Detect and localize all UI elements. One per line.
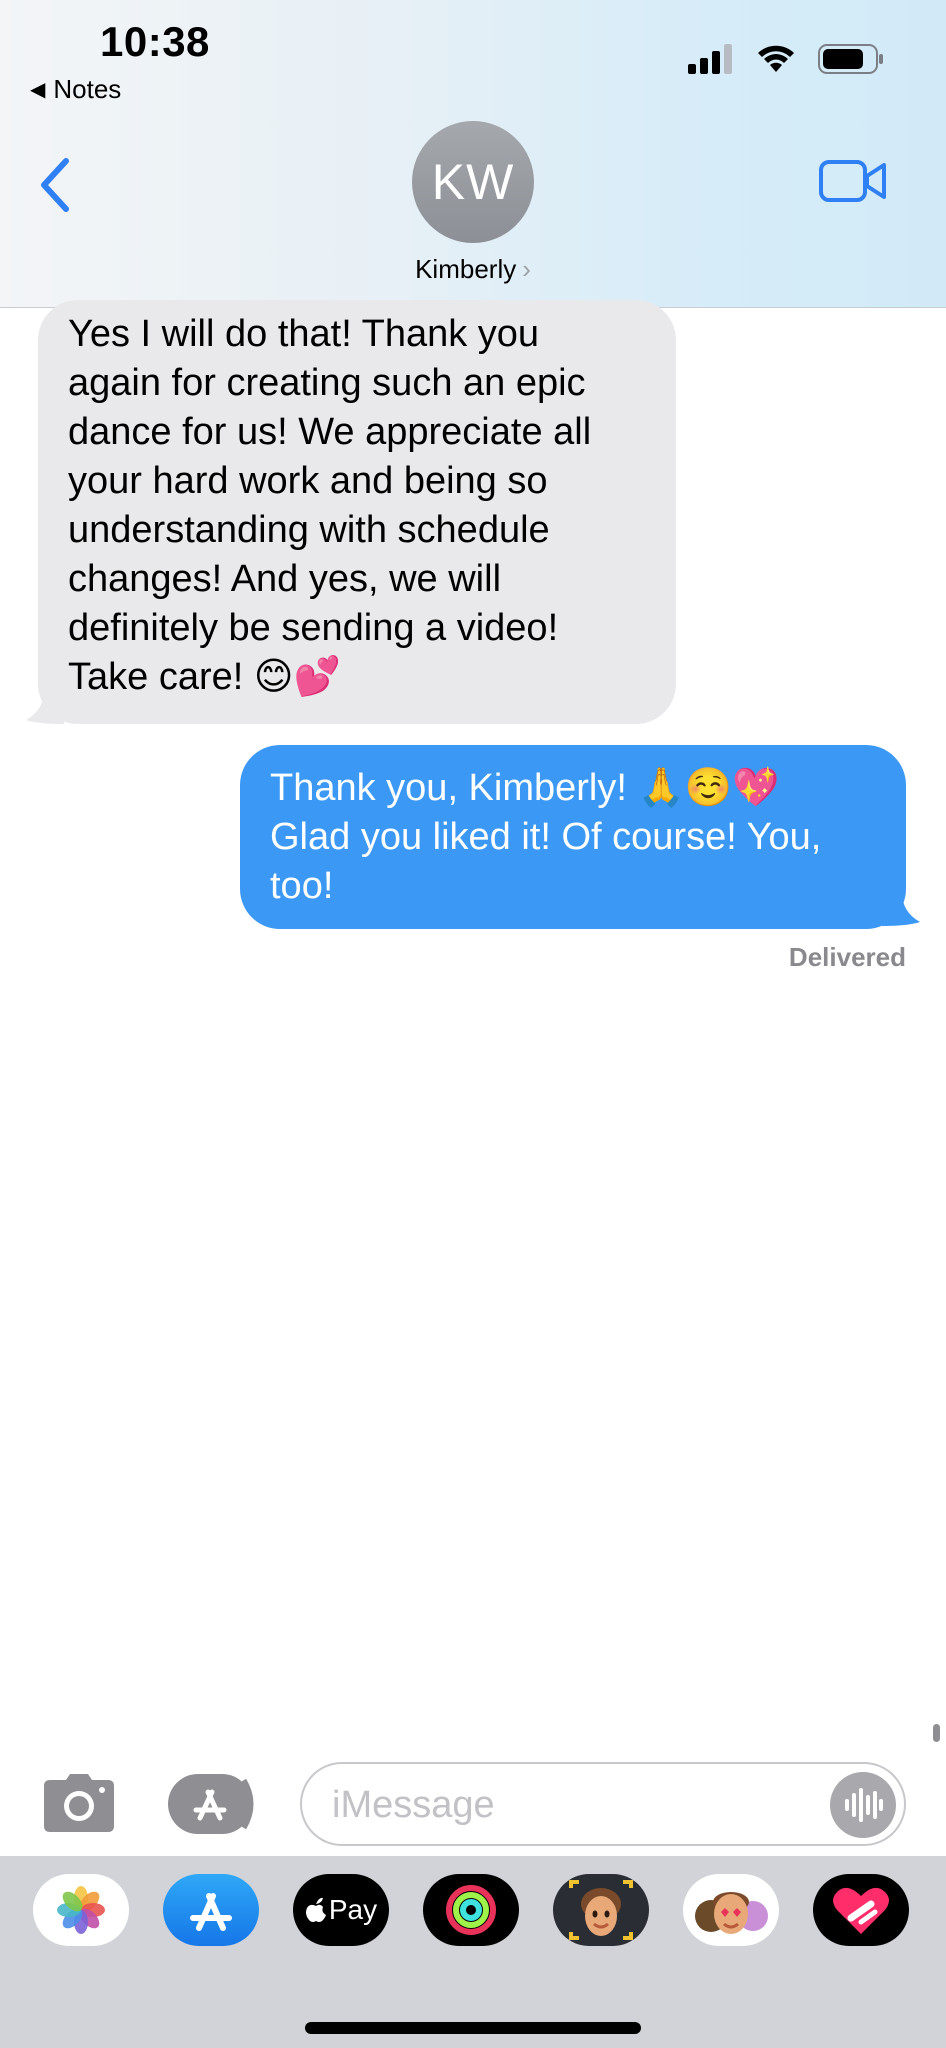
avatar-initials: KW: [431, 154, 515, 210]
incoming-message-bubble[interactable]: Yes I will do that! Thank you again for …: [38, 300, 676, 724]
message-line: understanding with schedule: [68, 509, 550, 551]
contact-avatar[interactable]: KW: [412, 121, 534, 243]
memoji-app-button[interactable]: [553, 1874, 649, 1946]
status-time: 10:38: [100, 18, 210, 65]
memoji-app-icon: [569, 1880, 633, 1940]
chevron-left-icon: [41, 158, 69, 212]
imessage-input[interactable]: iMessage: [300, 1762, 906, 1846]
back-triangle-icon: ◀: [30, 79, 46, 101]
audio-message-button[interactable]: [830, 1772, 896, 1838]
activity-app-icon: [446, 1885, 496, 1935]
memoji-stickers-app-button[interactable]: [683, 1874, 779, 1946]
cellular-signal-icon: [688, 44, 732, 74]
incoming-bubble-tail: [26, 690, 64, 724]
wifi-icon: [758, 45, 794, 72]
app-store-icon: [168, 1774, 254, 1834]
digital-touch-app-icon: [833, 1887, 889, 1934]
app-store-app-button[interactable]: [163, 1874, 259, 1946]
back-to-app-link[interactable]: ◀ Notes: [30, 74, 121, 105]
facetime-video-icon: [819, 160, 886, 202]
camera-icon: [44, 1774, 114, 1832]
chevron-right-icon: ›: [522, 254, 531, 284]
facetime-video-button[interactable]: [818, 156, 888, 206]
battery-icon: [818, 44, 883, 74]
camera-button[interactable]: [42, 1772, 116, 1834]
message-line: changes! And yes, we will: [68, 558, 502, 600]
composer-bar: iMessage: [0, 1752, 946, 1856]
digital-touch-app-button[interactable]: [813, 1874, 909, 1946]
app-store-app-icon: [190, 1893, 232, 1931]
message-line: dance for us! We appreciate all: [68, 411, 592, 453]
conversation-header: 10:38 ◀ Notes KW Kimberly ›: [0, 0, 946, 308]
message-line: definitely be sending a video!: [68, 607, 559, 649]
activity-app-button[interactable]: [423, 1874, 519, 1946]
message-line: again for creating such an epic: [68, 362, 586, 404]
imessage-placeholder: iMessage: [332, 1784, 495, 1826]
outgoing-message-bubble[interactable]: Thank you, Kimberly! 🙏☺️💖 Glad you liked…: [240, 745, 906, 929]
message-line: too!: [270, 865, 334, 907]
photos-app-icon: [57, 1886, 105, 1934]
message-line: your hard work and being so: [68, 460, 548, 502]
scroll-indicator[interactable]: [933, 1724, 940, 1742]
audio-waveform-icon: [845, 1788, 883, 1822]
delivered-status: Delivered: [788, 942, 906, 972]
contact-name: Kimberly: [415, 254, 517, 284]
apple-pay-app-icon: [305, 1897, 326, 1922]
memoji-stickers-app-icon: [695, 1892, 768, 1934]
home-indicator[interactable]: [305, 2022, 641, 2034]
imessage-app-drawer: Pay: [0, 1856, 946, 2048]
apple-pay-label: Pay: [328, 1894, 378, 1925]
back-button[interactable]: [30, 150, 80, 220]
app-store-button[interactable]: [168, 1774, 260, 1834]
photos-app-button[interactable]: [33, 1874, 129, 1946]
contact-name-button[interactable]: Kimberly ›: [0, 254, 946, 285]
status-icons: [688, 44, 884, 74]
message-line: Yes I will do that! Thank you: [68, 313, 540, 355]
apple-pay-app-button[interactable]: Pay: [293, 1874, 389, 1946]
outgoing-bubble-tail: [882, 892, 920, 926]
message-line: Thank you, Kimberly! 🙏☺️💖: [270, 767, 780, 809]
back-app-label: Notes: [53, 74, 122, 104]
message-line: Take care! 😊💕: [68, 656, 341, 698]
message-line: Glad you liked it! Of course! You,: [270, 816, 822, 858]
